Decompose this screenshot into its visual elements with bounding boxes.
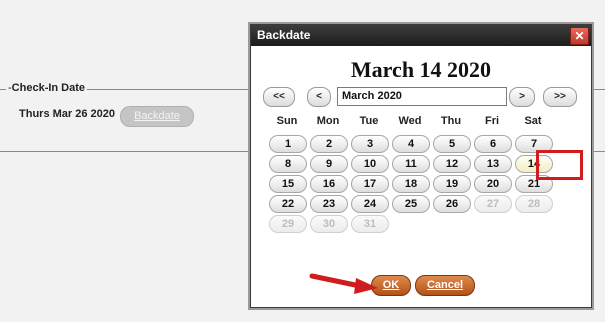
cancel-button[interactable]: Cancel bbox=[415, 275, 475, 296]
weekday-header: Wed bbox=[398, 115, 422, 127]
dialog-titlebar[interactable]: Backdate ✕ bbox=[251, 25, 591, 46]
month-year-field[interactable]: March 2020 bbox=[337, 87, 507, 106]
day-cell-31: 31 bbox=[351, 215, 389, 233]
day-cell-29: 29 bbox=[269, 215, 307, 233]
selected-date-heading: March 14 2020 bbox=[350, 57, 492, 82]
prev-month-button[interactable]: < bbox=[307, 87, 331, 107]
day-cell-17[interactable]: 17 bbox=[351, 175, 389, 193]
weekday-header: Tue bbox=[359, 115, 379, 127]
weekday-header: Sun bbox=[276, 115, 298, 127]
weekday-header: Mon bbox=[316, 115, 340, 127]
day-cell-3[interactable]: 3 bbox=[351, 135, 389, 153]
fieldset-bottom-border bbox=[0, 151, 252, 152]
weekday-header: Thu bbox=[440, 115, 462, 127]
backdate-label: Backdate bbox=[134, 110, 180, 122]
day-cell-25[interactable]: 25 bbox=[392, 195, 430, 213]
ok-label: OK bbox=[382, 279, 400, 291]
day-cell-18[interactable]: 18 bbox=[392, 175, 430, 193]
backdate-button[interactable]: Backdate bbox=[120, 106, 194, 127]
dialog-title: Backdate bbox=[257, 28, 311, 42]
checkin-date-value: Thurs Mar 26 2020 bbox=[19, 108, 115, 120]
day-cell-1[interactable]: 1 bbox=[269, 135, 307, 153]
next-year-button[interactable]: >> bbox=[543, 87, 577, 107]
day-cell-19[interactable]: 19 bbox=[433, 175, 471, 193]
cancel-label: Cancel bbox=[426, 279, 464, 291]
day-cell-27: 27 bbox=[474, 195, 512, 213]
red-arrow-annotation bbox=[529, 293, 539, 303]
day-cell-10[interactable]: 10 bbox=[351, 155, 389, 173]
prev-year-button[interactable]: << bbox=[263, 87, 295, 107]
weekday-header: Fri bbox=[484, 115, 500, 127]
day-cell-2[interactable]: 2 bbox=[310, 135, 348, 153]
day-cell-26[interactable]: 26 bbox=[433, 195, 471, 213]
day-cell-5[interactable]: 5 bbox=[433, 135, 471, 153]
day-cell-20[interactable]: 20 bbox=[474, 175, 512, 193]
day-cell-22[interactable]: 22 bbox=[269, 195, 307, 213]
day-cell-16[interactable]: 16 bbox=[310, 175, 348, 193]
day-cell-30: 30 bbox=[310, 215, 348, 233]
fieldset-bottom-border-right bbox=[592, 151, 605, 152]
day-cell-8[interactable]: 8 bbox=[269, 155, 307, 173]
day-cell-28: 28 bbox=[515, 195, 553, 213]
day-cell-12[interactable]: 12 bbox=[433, 155, 471, 173]
weekday-header: Sat bbox=[524, 115, 542, 127]
arrow-icon bbox=[309, 273, 378, 294]
day-cell-6[interactable]: 6 bbox=[474, 135, 512, 153]
backdate-dialog: Backdate ✕ March 14 2020 << < March 2020… bbox=[250, 24, 592, 308]
fieldset-top-border-right bbox=[592, 89, 605, 90]
day-cell-13[interactable]: 13 bbox=[474, 155, 512, 173]
day-cell-24[interactable]: 24 bbox=[351, 195, 389, 213]
day-cell-4[interactable]: 4 bbox=[392, 135, 430, 153]
day-cell-23[interactable]: 23 bbox=[310, 195, 348, 213]
next-month-button[interactable]: > bbox=[509, 87, 535, 107]
selected-day-highlight bbox=[536, 150, 583, 180]
day-cell-9[interactable]: 9 bbox=[310, 155, 348, 173]
close-icon[interactable]: ✕ bbox=[570, 27, 589, 45]
checkin-date-legend: -Check-In Date bbox=[6, 82, 88, 94]
day-cell-11[interactable]: 11 bbox=[392, 155, 430, 173]
day-cell-15[interactable]: 15 bbox=[269, 175, 307, 193]
